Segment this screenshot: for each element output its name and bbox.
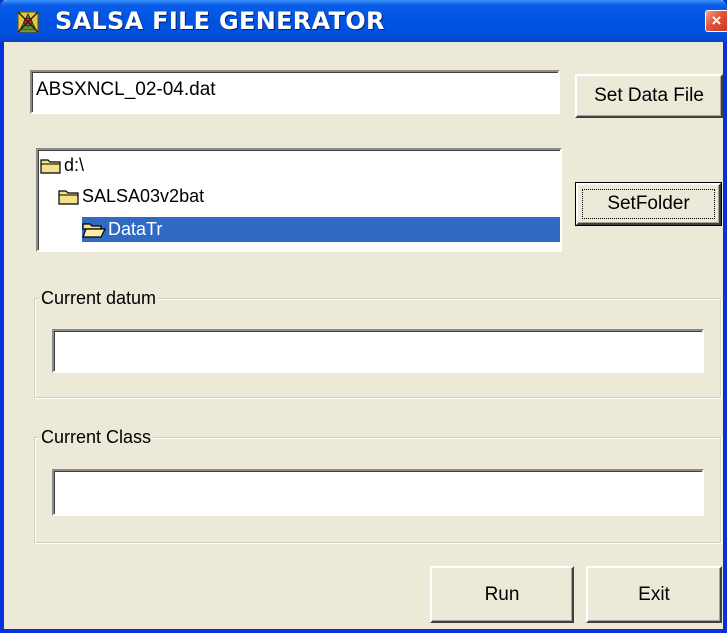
current-datum-field[interactable] xyxy=(52,329,704,373)
window-title: SALSA FILE GENERATOR xyxy=(55,7,385,35)
tree-item-label: d:\ xyxy=(64,155,85,175)
tree-item-label: DataTr xyxy=(108,219,163,239)
current-class-field[interactable] xyxy=(52,469,704,516)
tree-item-datatr[interactable]: DataTr xyxy=(82,217,560,242)
app-icon xyxy=(17,11,39,33)
folder-icon xyxy=(58,189,79,205)
exit-label: Exit xyxy=(638,583,670,605)
set-data-file-button[interactable]: Set Data File xyxy=(575,74,723,118)
set-data-file-label: Set Data File xyxy=(594,85,704,106)
current-class-label: Current Class xyxy=(39,427,154,448)
salsa-file-generator-window: SALSA FILE GENERATOR × ABSXNCL_02-04.dat… xyxy=(0,0,727,633)
data-file-input[interactable]: ABSXNCL_02-04.dat xyxy=(30,70,560,114)
tree-item-salsa03v2bat[interactable]: SALSA03v2bat xyxy=(58,184,204,209)
exit-button[interactable]: Exit xyxy=(586,566,722,623)
set-folder-button[interactable]: SetFolder xyxy=(575,182,722,226)
folder-tree[interactable]: d:\ SALSA03v2bat DataTr xyxy=(36,148,562,252)
current-datum-label: Current datum xyxy=(39,288,159,309)
tree-item-label: SALSA03v2bat xyxy=(82,186,205,206)
data-file-value: ABSXNCL_02-04.dat xyxy=(36,79,216,100)
tree-item-d-drive[interactable]: d:\ xyxy=(40,153,84,178)
folder-icon xyxy=(40,158,61,174)
run-button[interactable]: Run xyxy=(430,566,574,623)
title-bar[interactable]: SALSA FILE GENERATOR × xyxy=(0,0,727,42)
close-button[interactable]: × xyxy=(705,10,727,32)
set-folder-label: SetFolder xyxy=(607,193,690,214)
open-folder-icon xyxy=(82,222,106,238)
run-label: Run xyxy=(484,583,520,605)
close-icon: × xyxy=(711,11,722,30)
